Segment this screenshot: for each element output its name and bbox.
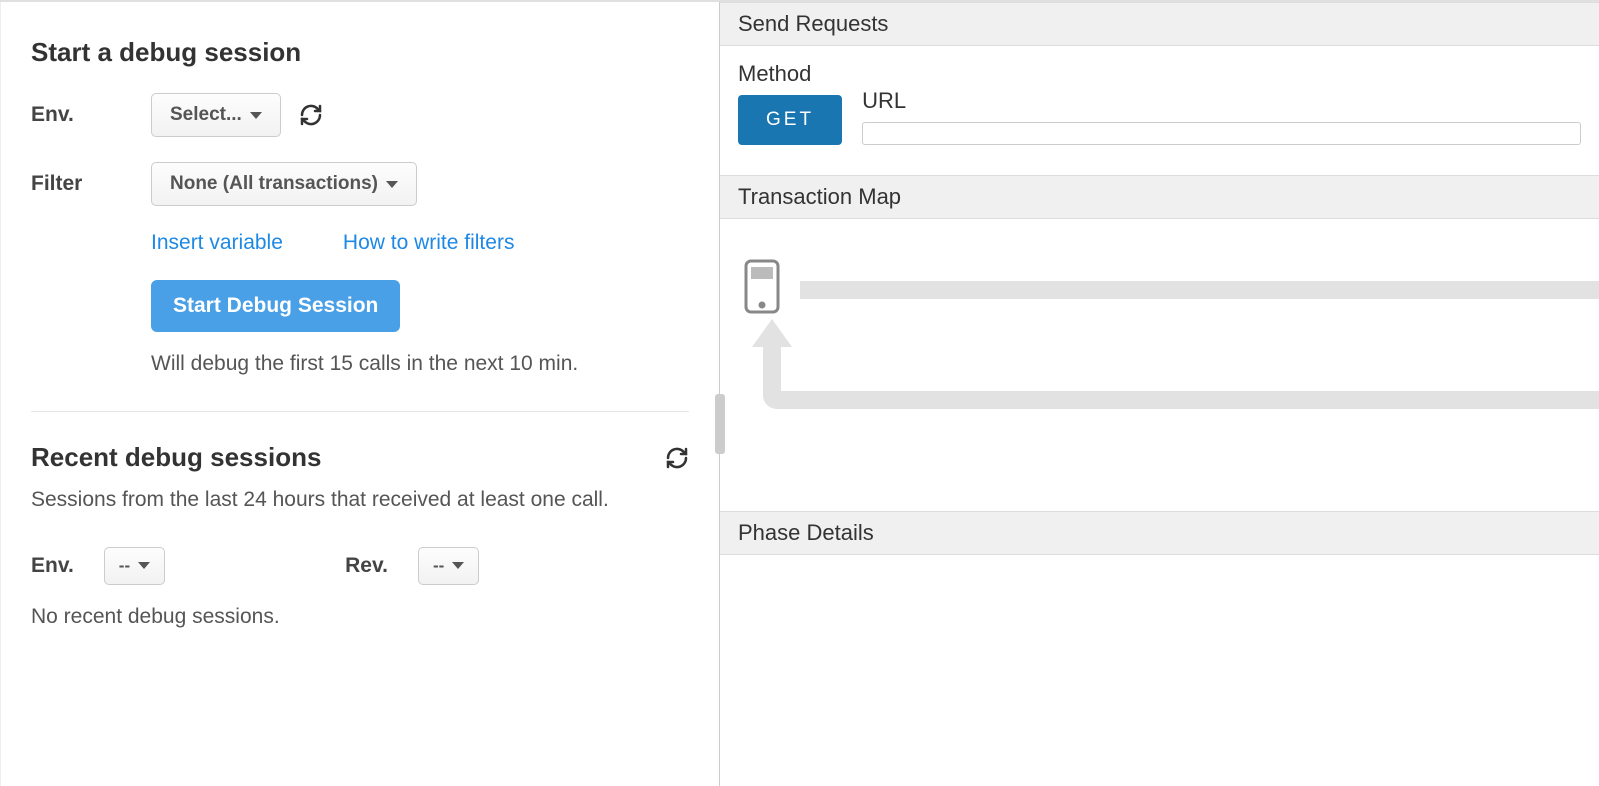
chevron-down-icon <box>452 562 464 569</box>
recent-env-value: -- <box>119 556 130 576</box>
recent-env-select[interactable]: -- <box>104 547 165 585</box>
send-requests-header: Send Requests <box>720 2 1599 46</box>
refresh-env-icon[interactable] <box>299 103 323 127</box>
transaction-map-header: Transaction Map <box>720 175 1599 219</box>
no-recent-sessions-text: No recent debug sessions. <box>31 605 689 629</box>
filter-select[interactable]: None (All transactions) <box>151 162 417 206</box>
env-select[interactable]: Select... <box>151 93 281 137</box>
transaction-map-body <box>720 219 1599 511</box>
chevron-down-icon <box>138 562 150 569</box>
how-to-write-filters-link[interactable]: How to write filters <box>343 231 515 255</box>
start-debug-title: Start a debug session <box>31 37 689 68</box>
recent-env-label: Env. <box>31 554 74 578</box>
debug-right-panel: Send Requests Method GET URL Transaction… <box>720 2 1599 786</box>
start-debug-hint: Will debug the first 15 calls in the nex… <box>151 352 689 376</box>
url-input[interactable] <box>862 122 1581 145</box>
phase-details-body <box>720 555 1599 786</box>
start-debug-session-button[interactable]: Start Debug Session <box>151 280 400 332</box>
method-label: Method <box>738 61 842 87</box>
recent-rev-label: Rev. <box>345 554 388 578</box>
flow-response-bar <box>763 391 1599 409</box>
env-select-value: Select... <box>170 104 242 126</box>
chevron-down-icon <box>250 112 262 119</box>
debug-left-panel: Start a debug session Env. Select... Fil… <box>0 2 720 786</box>
refresh-recent-icon[interactable] <box>665 446 689 470</box>
divider <box>31 411 689 412</box>
recent-rev-select[interactable]: -- <box>418 547 479 585</box>
url-label: URL <box>862 88 1581 114</box>
phase-details-header: Phase Details <box>720 511 1599 555</box>
insert-variable-link[interactable]: Insert variable <box>151 231 283 255</box>
flow-request-bar <box>800 281 1599 299</box>
recent-sessions-title: Recent debug sessions <box>31 442 321 473</box>
env-label: Env. <box>31 103 151 127</box>
recent-sessions-subtext: Sessions from the last 24 hours that rec… <box>31 483 689 517</box>
filter-select-value: None (All transactions) <box>170 173 378 195</box>
phone-icon <box>742 259 782 318</box>
chevron-down-icon <box>386 181 398 188</box>
send-requests-body: Method GET URL <box>720 46 1599 175</box>
filter-label: Filter <box>31 172 151 196</box>
recent-rev-value: -- <box>433 556 444 576</box>
method-select[interactable]: GET <box>738 95 842 145</box>
